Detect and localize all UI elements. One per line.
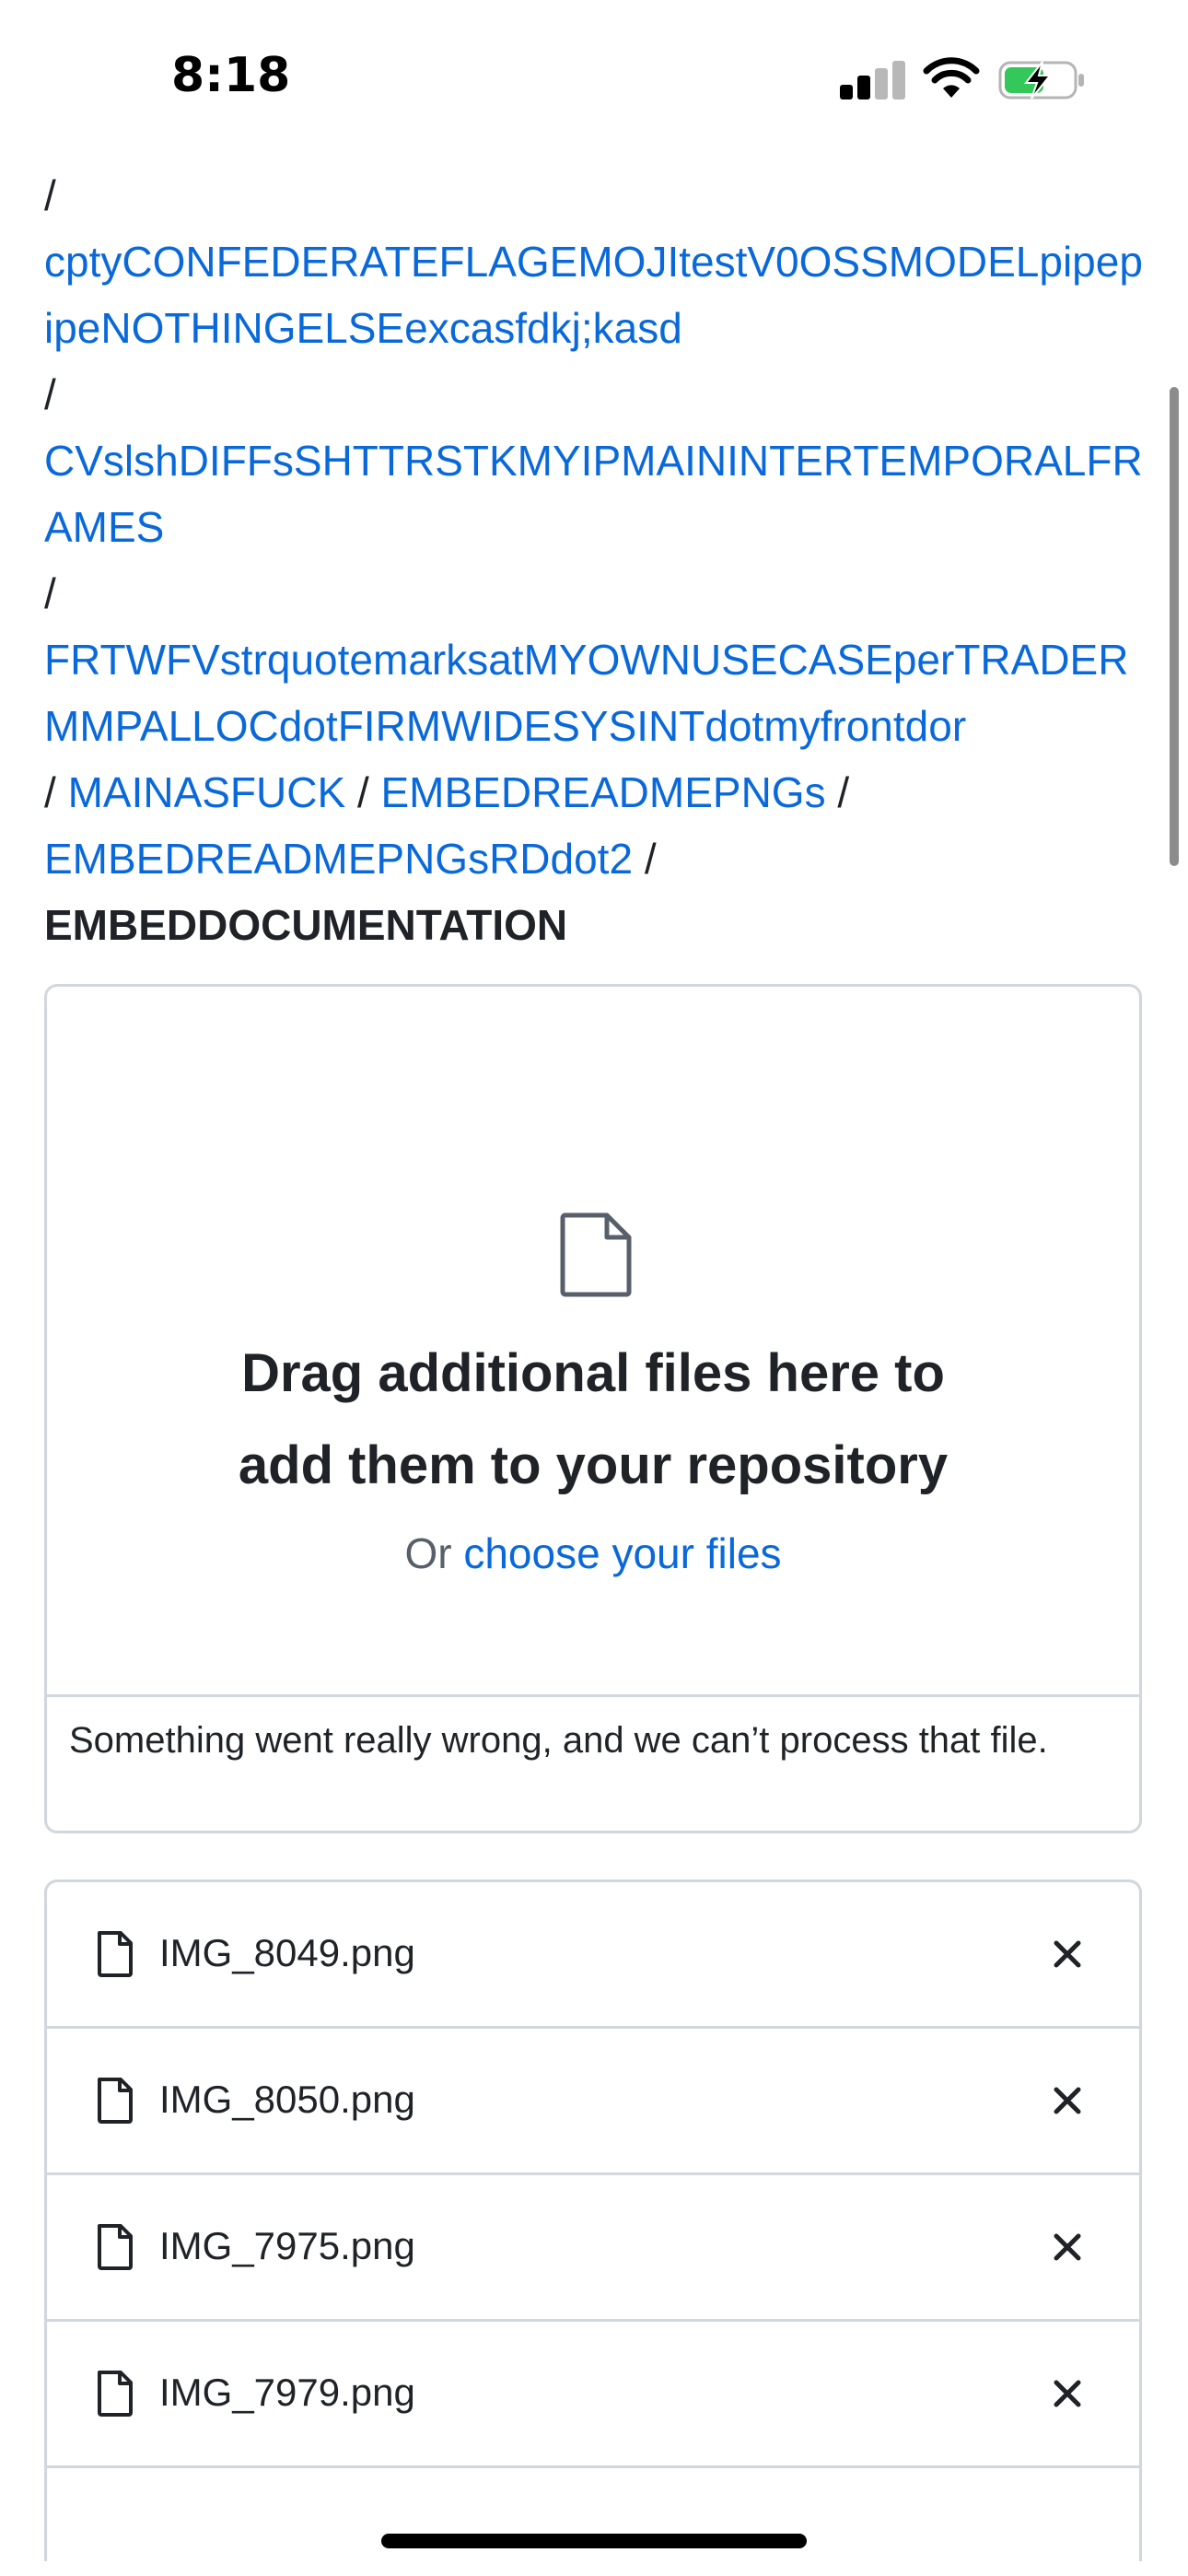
breadcrumb-item[interactable]: EMBEDREADMEPNGsRDdot2: [44, 835, 633, 883]
file-icon: [98, 1931, 133, 1977]
breadcrumb-current: EMBEDDOCUMENTATION: [44, 901, 568, 949]
page: 8:18 / cptyCONFEDERATEFLAGEMOJItestV0OSS…: [0, 0, 1188, 2576]
file-list-item: IMG_7979.png: [47, 2322, 1139, 2468]
breadcrumb-separator: /: [44, 569, 56, 617]
file-name: IMG_7975.png: [159, 2224, 415, 2267]
dropzone-title-line: add them to your repository: [238, 1435, 949, 1495]
breadcrumb-item[interactable]: EMBEDREADMEPNGs: [381, 768, 826, 816]
close-icon[interactable]: [1049, 2375, 1086, 2412]
file-icon: [98, 2078, 133, 2124]
error-message: Something went really wrong, and we can’…: [47, 1694, 1139, 1831]
breadcrumb-separator: /: [837, 768, 850, 816]
breadcrumb-item[interactable]: CVslshDIFFsSHTTRSTKMYIPMAININTERTEMPORAL…: [44, 437, 1143, 551]
close-icon[interactable]: [1049, 2229, 1086, 2266]
file-list-item: IMG_8049.png: [47, 1882, 1139, 2029]
breadcrumb-separator: /: [44, 370, 56, 418]
file-list-item: IMG_8050.png: [47, 2029, 1139, 2175]
file-icon: [560, 1212, 632, 1297]
breadcrumb-separator: /: [356, 768, 369, 816]
close-icon[interactable]: [1049, 2082, 1086, 2119]
dropzone-title: Drag additional files here to add them t…: [47, 1328, 1139, 1512]
file-list-item: IMG_7975.png: [47, 2175, 1139, 2322]
file-name: IMG_8049.png: [159, 1931, 415, 1974]
file-dropzone[interactable]: Drag additional files here to add them t…: [44, 984, 1142, 1833]
status-bar: 8:18: [0, 0, 1188, 157]
close-icon[interactable]: [1049, 1936, 1086, 1973]
breadcrumb-item[interactable]: cptyCONFEDERATEFLAGEMOJItestV0OSSMODELpi…: [44, 238, 1143, 352]
battery-charging-icon: [998, 61, 1084, 100]
file-name: IMG_7979.png: [159, 2371, 415, 2414]
status-time: 8:18: [171, 48, 291, 103]
scrollbar[interactable]: [1170, 387, 1179, 866]
breadcrumb-item[interactable]: MAINASFUCK: [68, 768, 346, 816]
breadcrumb-separator: /: [44, 768, 56, 816]
dropzone-title-line: Drag additional files here to: [241, 1343, 945, 1403]
choose-files-link[interactable]: choose your files: [463, 1529, 781, 1577]
cellular-signal-icon: [840, 61, 905, 100]
dropzone-subtitle: Or choose your files: [47, 1521, 1139, 1586]
breadcrumb-separator: /: [44, 171, 56, 219]
or-text: Or: [404, 1529, 464, 1577]
file-icon: [98, 2224, 133, 2270]
file-name: IMG_8050.png: [159, 2078, 415, 2121]
breadcrumb-item[interactable]: FRTWFVstrquotemarksatMYOWNUSECASEperTRAD…: [44, 636, 1128, 750]
home-indicator[interactable]: [381, 2534, 807, 2548]
wifi-icon: [923, 57, 980, 98]
file-icon: [98, 2371, 133, 2417]
breadcrumb: / cptyCONFEDERATEFLAGEMOJItestV0OSSMODEL…: [44, 162, 1149, 958]
breadcrumb-separator: /: [644, 835, 657, 883]
file-list: IMG_8049.png IMG_8050.png IMG_7975.png I…: [44, 1879, 1142, 2561]
